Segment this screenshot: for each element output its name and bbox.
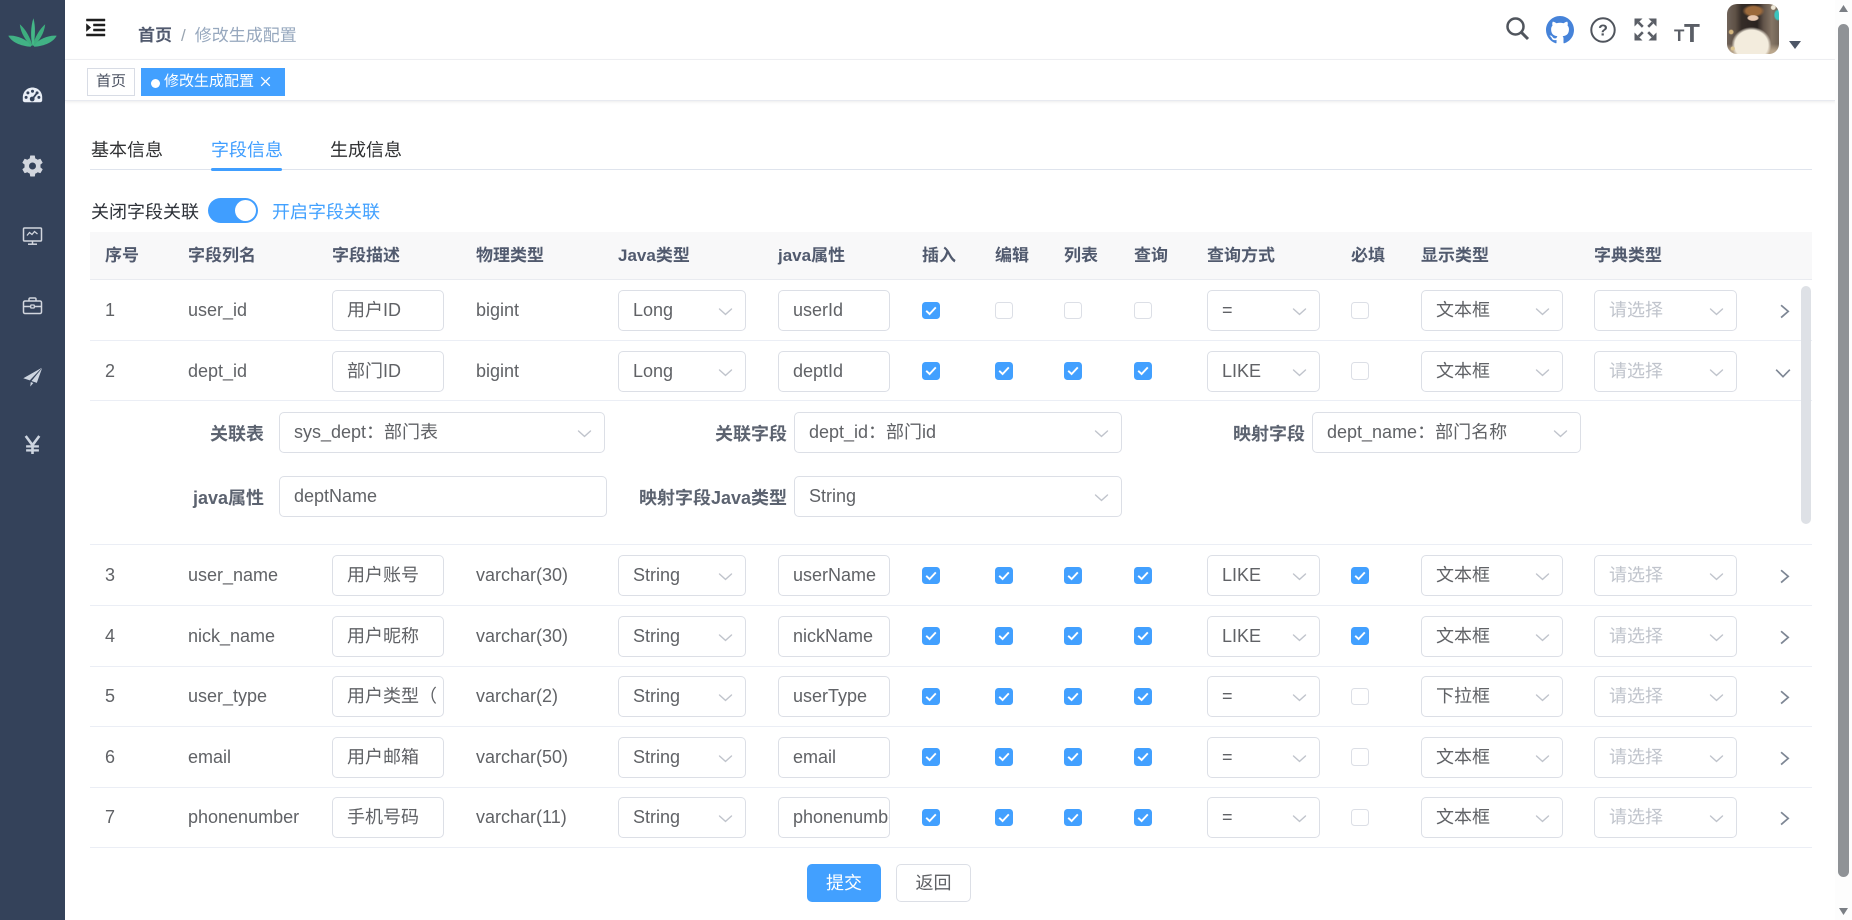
- svg-text:?: ?: [1598, 23, 1608, 40]
